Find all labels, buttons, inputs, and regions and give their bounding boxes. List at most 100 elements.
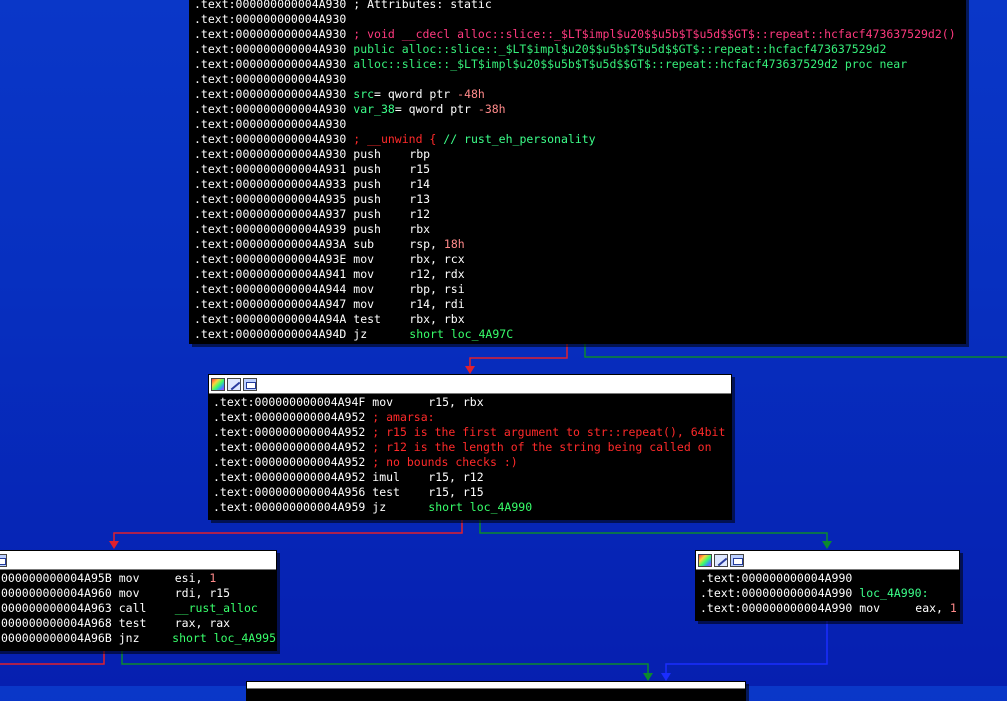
line-address: .text:000000000004A952 [213,470,366,484]
edge-4a990-uncond [665,621,828,680]
code-line[interactable]: .text:000000000004A93A sub rsp, 18h [194,237,965,252]
line-address: 000000000004A960 [1,586,112,600]
code-line[interactable]: .text:000000000004A939 push rbx [194,222,965,237]
instruction-mnemonic: test [118,616,147,630]
code-line[interactable]: .text:000000000004A930 alloc::slice::_$L… [194,57,965,72]
block-header [696,551,959,570]
code-line[interactable]: .text:000000000004A947 mov r14, rdi [194,297,965,312]
code-line[interactable]: .text:000000000004A930 push rbp [194,147,965,162]
code-line[interactable]: .text:000000000004A94A test rbx, rbx [194,312,965,327]
instruction-mnemonic: push [353,207,381,221]
code-line[interactable]: .text:000000000004A94F mov r15, rbx [213,395,731,410]
line-address: 000000000004A96B [1,631,112,645]
code-line[interactable]: 000000000004A96B jnz short loc_4A995 [1,631,276,646]
code-block-partial-bottom[interactable] [246,681,746,701]
line-text: var_38= qword ptr -38h [353,102,506,116]
instruction-operands: r14 [409,177,431,191]
code-line[interactable]: .text:000000000004A941 mov r12, rdx [194,267,965,282]
line-address: .text:000000000004A937 [194,207,347,221]
code-line[interactable]: .text:000000000004A952 ; no bounds check… [213,455,731,470]
code-line[interactable]: .text:000000000004A933 push r14 [194,177,965,192]
code-line[interactable]: .text:000000000004A930 public alloc::sli… [194,42,965,57]
code-line[interactable]: .text:000000000004A930 ; void __cdecl al… [194,27,965,42]
code-line[interactable]: .text:000000000004A930 [194,12,965,27]
line-address: .text:000000000004A930 [194,87,347,101]
code-line[interactable]: .text:000000000004A990 mov eax, 1 [700,601,959,616]
line-address: .text:000000000004A990 [700,571,853,585]
graph-icon[interactable] [730,553,744,567]
comment-text: ; void __cdecl alloc::slice::_$LT$impl$u… [353,27,956,41]
comment-text: ; r12 is the length of the string being … [372,440,712,454]
graph-icon[interactable] [243,377,257,391]
color-palette-icon[interactable] [211,377,225,391]
code-line[interactable]: .text:000000000004A930 [194,72,965,87]
instruction-operands: rbx [409,222,431,236]
code-line[interactable]: 000000000004A95B mov esi, 1 [1,571,276,586]
line-text: loc_4A990: [859,586,929,600]
instruction-mnemonic: call [118,601,147,615]
code-line[interactable]: .text:000000000004A952 ; r12 is the leng… [213,440,731,455]
code-line[interactable]: .text:000000000004A952 ; r15 is the firs… [213,425,731,440]
code-line[interactable]: .text:000000000004A952 ; amarsa: [213,410,731,425]
line-address: .text:000000000004A939 [194,222,347,236]
line-address: .text:000000000004A933 [194,177,347,191]
code-line[interactable]: .text:000000000004A930 src= qword ptr -4… [194,87,965,102]
code-line[interactable]: .text:000000000004A930 [194,117,965,132]
code-line[interactable]: .text:000000000004A930 ; __unwind { // r… [194,132,965,147]
code-block-main[interactable]: .text:000000000004A930 ; Attributes: sta… [189,0,966,344]
code-line[interactable]: .text:000000000004A990 loc_4A990: [700,586,959,601]
code-block-4a94f[interactable]: .text:000000000004A94F mov r15, rbx .text:… [208,374,732,520]
code-line[interactable]: .text:000000000004A937 push r12 [194,207,965,222]
color-palette-icon[interactable] [698,553,712,567]
instruction-operands: rbx, rbx [409,312,465,326]
line-address: .text:000000000004A930 [194,72,347,86]
instruction-operands: rdi, r15 [174,586,231,600]
instruction-operands: __rust_alloc [174,601,258,615]
instruction-mnemonic: mov [353,297,375,311]
block-lines: .text:000000000004A94F mov r15, rbx .text:… [209,394,731,515]
code-line[interactable]: .text:000000000004A956 test r15, r15 [213,485,731,500]
line-address: .text:000000000004A930 [194,147,347,161]
graph-icon[interactable] [0,553,7,567]
line-address: .text:000000000004A93A [194,237,347,251]
instruction-mnemonic: mov [353,282,375,296]
edge-4a990-uncond-arrow [661,673,671,681]
instruction-mnemonic: mov [859,601,881,615]
code-line[interactable]: .text:000000000004A930 var_38= qword ptr… [194,102,965,117]
line-address: .text:000000000004A94D [194,327,347,341]
line-address: .text:000000000004A952 [213,425,366,439]
code-line[interactable]: .text:000000000004A931 push r15 [194,162,965,177]
code-block-4a990[interactable]: .text:000000000004A990 .text:00000000000… [695,550,960,621]
code-block-4a95b[interactable]: 000000000004A95B mov esi, 1 000000000004A9… [0,550,277,651]
code-line[interactable]: .text:000000000004A990 [700,571,959,586]
instruction-operands: rsp, 18h [409,237,465,251]
line-address: 000000000004A963 [1,601,112,615]
code-line[interactable]: .text:000000000004A93E mov rbx, rcx [194,252,965,267]
edge-main-false [469,343,568,372]
code-line[interactable]: .text:000000000004A930 ; Attributes: sta… [194,0,965,12]
code-line[interactable]: 000000000004A960 mov rdi, r15 [1,586,276,601]
line-address: .text:000000000004A959 [213,500,366,514]
line-address: 000000000004A95B [1,571,112,585]
edit-icon[interactable] [714,553,728,567]
code-line[interactable]: 000000000004A968 test rax, rax [1,616,276,631]
line-address: .text:000000000004A952 [213,455,366,469]
block-lines: 000000000004A95B mov esi, 1 000000000004A9… [0,570,276,646]
instruction-mnemonic: push [353,177,381,191]
edit-icon[interactable] [227,377,241,391]
instruction-operands: rbp, rsi [409,282,465,296]
block-lines: .text:000000000004A990 .text:00000000000… [696,570,959,616]
line-address: .text:000000000004A930 [194,132,347,146]
code-line[interactable]: 000000000004A963 call __rust_alloc [1,601,276,616]
edge-4a95b-false [0,651,105,665]
instruction-operands: rbx, rcx [409,252,465,266]
code-line[interactable]: .text:000000000004A952 imul r15, r12 [213,470,731,485]
line-address: 000000000004A968 [1,616,112,630]
code-line[interactable]: .text:000000000004A944 mov rbp, rsi [194,282,965,297]
instruction-mnemonic: jz [353,327,368,341]
code-line[interactable]: .text:000000000004A935 push r13 [194,192,965,207]
instruction-mnemonic: test [353,312,381,326]
code-line[interactable]: .text:000000000004A959 jz short loc_4A990 [213,500,731,515]
block-header [0,551,276,570]
code-line[interactable]: .text:000000000004A94D jz short loc_4A97C [194,327,965,342]
